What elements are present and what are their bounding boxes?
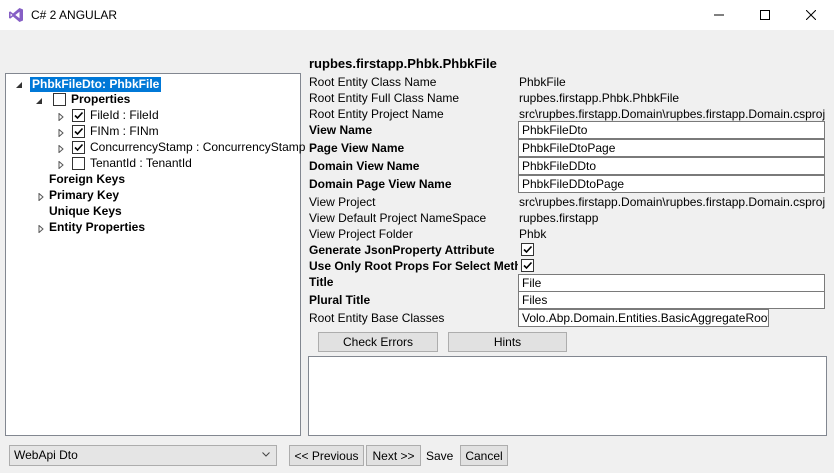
root-full-class-value: rupbes.firstapp.Phbk.PhbkFile [519,91,680,105]
domain-view-name-label: Domain View Name [309,159,420,173]
view-folder-label: View Project Folder [309,227,413,241]
checkmark-icon [74,111,84,120]
field-checkbox-finm[interactable] [72,125,85,138]
checkmark-icon [523,245,533,254]
entity-heading: rupbes.firstapp.Phbk.PhbkFile [309,56,497,71]
root-project-label: Root Entity Project Name [309,107,444,121]
expand-icon[interactable] [56,128,65,137]
view-project-label: View Project [309,195,376,209]
check-errors-button[interactable]: Check Errors [318,332,438,352]
page-view-name-label: Page View Name [309,141,405,155]
checkmark-icon [74,127,84,136]
field-checkbox-tenantid[interactable] [72,157,85,170]
properties-checkbox[interactable] [53,93,66,106]
expand-icon[interactable] [56,144,65,153]
chevron-down-icon [262,452,270,457]
root-props-checkbox[interactable] [521,259,534,272]
json-property-label: Generate JsonProperty Attribute [309,243,495,257]
plural-title-input[interactable]: Files [518,291,825,309]
checkmark-icon [74,143,84,152]
step-type-select[interactable]: WebApi Dto [9,445,277,466]
maximize-button[interactable] [742,0,788,30]
expand-icon[interactable] [36,192,45,201]
tree-root-node[interactable]: PhbkFileDto: PhbkFile [30,77,162,92]
base-classes-label: Root Entity Base Classes [309,311,445,325]
minimize-icon [714,14,724,16]
tree-node-finm[interactable]: FINm : FINm [90,124,159,139]
root-project-value: src\rupbes.firstapp.Domain\rupbes.firsta… [519,107,826,121]
next-button[interactable]: Next >> [366,445,421,466]
visual-studio-icon [9,8,23,22]
close-icon [806,10,816,20]
expand-icon[interactable] [36,224,45,233]
expand-icon[interactable] [56,160,65,169]
title-input[interactable]: File [518,274,825,292]
field-checkbox-concurrencystamp[interactable] [72,141,85,154]
domain-page-view-name-label: Domain Page View Name [309,177,452,191]
root-class-label: Root Entity Class Name [309,75,437,89]
field-checkbox-fileid[interactable] [72,109,85,122]
collapse-icon[interactable] [14,80,23,89]
window-title: C# 2 ANGULAR [31,8,118,22]
cancel-button[interactable]: Cancel [460,445,508,466]
view-folder-value: Phbk [519,227,547,241]
expand-icon[interactable] [56,112,65,121]
output-textarea[interactable] [308,356,827,436]
title-label: Title [309,275,334,289]
view-namespace-label: View Default Project NameSpace [309,211,487,225]
tree-node-tenantid[interactable]: TenantId : TenantId [90,156,192,171]
tree-node-unique-keys[interactable]: Unique Keys [49,204,122,219]
entity-tree[interactable]: PhbkFileDto: PhbkFile Properties FileId … [5,73,305,436]
json-property-checkbox[interactable] [521,243,534,256]
view-name-label: View Name [309,123,373,137]
root-props-label: Use Only Root Props For Select Metho [309,259,518,273]
tree-node-concurrencystamp[interactable]: ConcurrencyStamp : ConcurrencyStamp [90,140,305,155]
tree-node-properties[interactable]: Properties [71,92,130,107]
collapse-icon[interactable] [34,96,43,105]
title-bar: C# 2 ANGULAR [0,0,834,30]
tree-node-foreign-keys[interactable]: Foreign Keys [49,172,125,187]
domain-page-view-name-input[interactable]: PhbkFileDDtoPage [518,175,825,193]
page-view-name-input[interactable]: PhbkFileDtoPage [518,139,825,157]
tree-node-fileid[interactable]: FileId : FileId [90,108,159,123]
root-full-class-label: Root Entity Full Class Name [309,91,460,105]
base-classes-input[interactable]: Volo.Abp.Domain.Entities.BasicAggregateR… [518,309,769,327]
tree-node-primary-key[interactable]: Primary Key [49,188,119,203]
tree-node-entity-properties[interactable]: Entity Properties [49,220,145,235]
plural-title-label: Plural Title [309,293,371,307]
view-project-value: src\rupbes.firstapp.Domain\rupbes.firsta… [519,195,826,209]
checkmark-icon [523,261,533,270]
maximize-icon [760,10,770,20]
view-namespace-value: rupbes.firstapp [519,211,599,225]
root-class-value: PhbkFile [519,75,566,89]
step-type-value: WebApi Dto [14,448,78,462]
previous-button[interactable]: << Previous [289,445,364,466]
close-button[interactable] [788,0,834,30]
domain-view-name-input[interactable]: PhbkFileDDto [518,157,825,175]
save-button[interactable]: Save [426,449,453,463]
hints-button[interactable]: Hints [448,332,567,352]
view-name-input[interactable]: PhbkFileDto [518,121,825,139]
minimize-button[interactable] [696,0,742,30]
